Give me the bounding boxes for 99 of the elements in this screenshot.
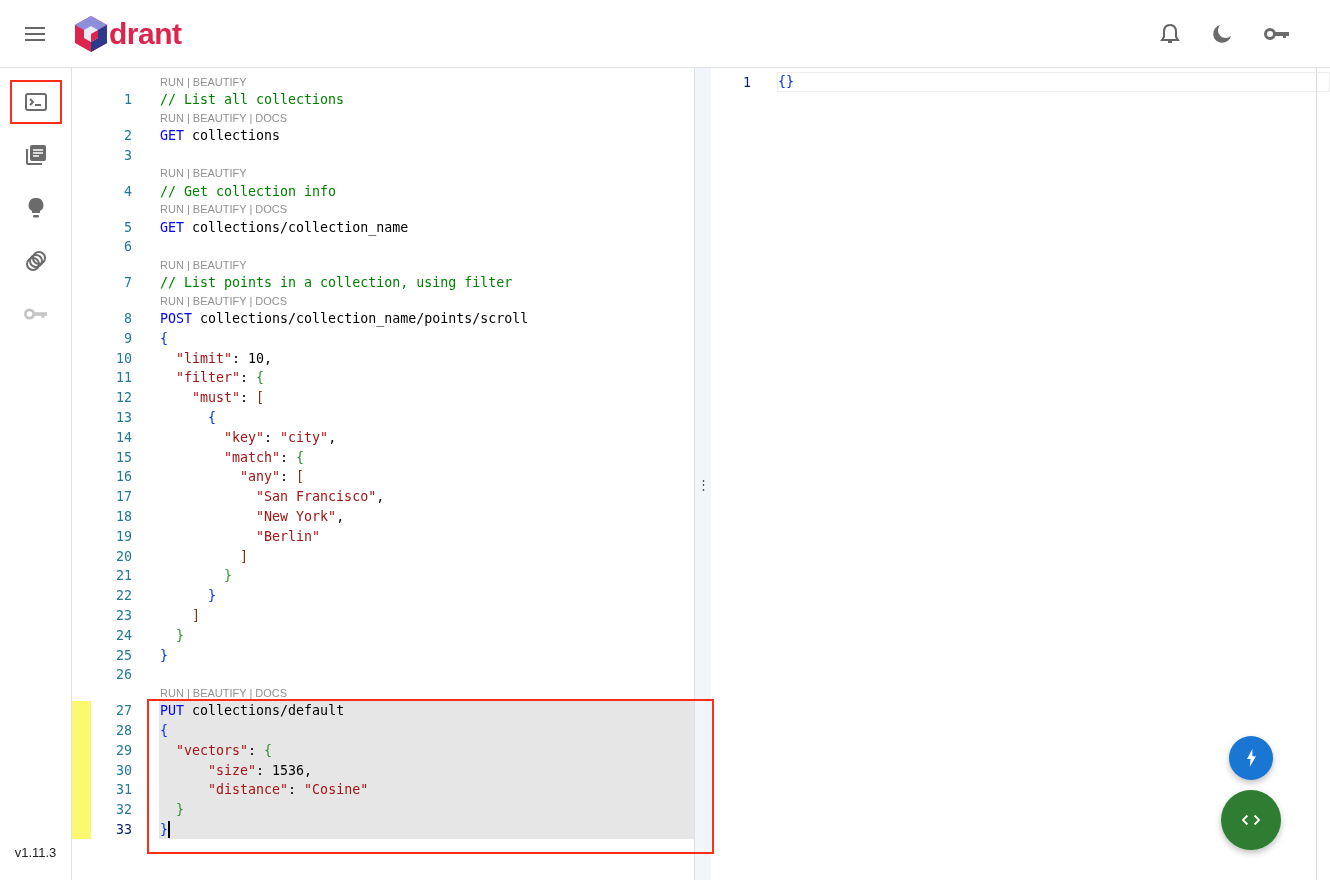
line-number: 27 [115,703,132,719]
line-number: 2 [123,128,132,144]
code-text: : [280,469,290,485]
http-method: GET [160,219,185,235]
line-number: 5 [123,219,132,235]
line-number: 1 [123,92,132,108]
json-key: "match" [160,449,281,465]
drag-handle[interactable]: ⋮ [696,476,710,492]
line-number: 16 [115,469,132,485]
code-text: : [264,429,274,445]
line-number: 17 [115,489,132,505]
line-number: 29 [115,742,132,758]
line-number: 11 [115,370,132,386]
code-text: : 10, [232,350,273,366]
json-key: "size" [160,762,257,778]
http-method: PUT [160,703,185,719]
code-text: collections/collection_name/points/scroll [199,310,529,326]
code-comment: // Get collection info [160,183,337,199]
line-number: 15 [115,449,132,465]
line-number: 31 [115,782,132,798]
json-key: "distance" [160,782,289,798]
line-number: 7 [123,275,132,291]
line-number: 4 [123,183,132,199]
http-method: POST [160,310,193,326]
line-number: 21 [115,568,132,584]
code-text: : [240,370,250,386]
logo-text: drant [109,16,182,51]
line-number: 28 [115,722,132,738]
line-number: 19 [115,528,132,544]
bracket: } [160,647,168,663]
json-string: "New York" [255,508,337,524]
bracket: } [160,821,168,837]
http-method: GET [160,128,185,144]
codelens-links[interactable]: RUN | BEAUTIFY | DOCS [160,294,288,307]
bracket: ] [191,607,201,623]
code-text: collections [191,128,281,144]
code-text: , [376,489,385,505]
line-number: 6 [123,239,132,255]
codelens-links[interactable]: RUN | BEAUTIFY | DOCS [160,686,288,699]
line-number: 32 [115,802,132,818]
line-number: 18 [115,508,132,524]
bracket: [ [296,469,305,485]
bracket: { [207,409,217,425]
line-number: 9 [123,330,132,346]
json-key: "vectors" [160,742,249,758]
bracket: } [223,568,233,584]
json-key: "any" [160,469,281,485]
bracket: } [175,627,185,643]
json-key: "key" [160,429,265,445]
bracket: { [160,330,168,346]
result-json: {} [777,72,1330,92]
line-number: 20 [115,548,132,564]
codelens-links[interactable]: RUN | BEAUTIFY | DOCS [160,203,288,216]
line-number: 14 [115,429,132,445]
line-number: 25 [115,647,132,663]
json-string: "Cosine" [304,782,369,798]
bracket: { [264,742,273,758]
line-number: 1 [742,74,751,90]
code-comment: // List all collections [160,92,345,108]
json-key: "must" [160,390,241,406]
code-text: collections/default [191,703,345,719]
line-number: 12 [115,390,132,406]
bracket: { [296,449,305,465]
line-number: 33 [115,821,132,837]
version-label: v1.11.3 [14,845,57,860]
code-text: collections/collection_name [191,219,409,235]
line-number: 10 [115,350,132,366]
line-number: 8 [123,310,132,326]
bracket: { [256,370,265,386]
line-number: 26 [115,667,132,683]
bracket: } [175,802,185,818]
bracket: [ [256,390,265,406]
codelens-links[interactable]: RUN | BEAUTIFY [160,76,247,88]
json-key: "filter" [160,370,241,386]
line-number: 23 [115,607,132,623]
code-text: , [336,508,345,524]
line-number: 3 [123,148,132,163]
line-number: 24 [115,627,132,643]
line-number: 30 [115,762,132,778]
bracket: ] [239,548,249,564]
code-text: : [288,782,298,798]
json-string: "Berlin" [255,528,321,544]
code-text: : [248,742,258,758]
code-text: : [240,390,250,406]
codelens-links[interactable]: RUN | BEAUTIFY [160,258,247,271]
splitter[interactable]: ⋮ [694,68,711,880]
line-number: 13 [115,409,132,425]
bracket: { [160,722,168,738]
codelens-links[interactable]: RUN | BEAUTIFY | DOCS [160,111,288,124]
code-text: : 1536, [256,762,313,778]
bracket: } [207,588,217,604]
json-key: "limit" [160,350,233,366]
line-number: 22 [115,588,132,604]
json-string: "San Francisco" [255,489,377,505]
code-text: : [280,449,290,465]
code-comment: // List points in a collection, using filter [160,275,513,291]
codelens-links[interactable]: RUN | BEAUTIFY [160,167,247,180]
code-text: , [328,429,337,445]
json-string: "city" [280,429,329,445]
